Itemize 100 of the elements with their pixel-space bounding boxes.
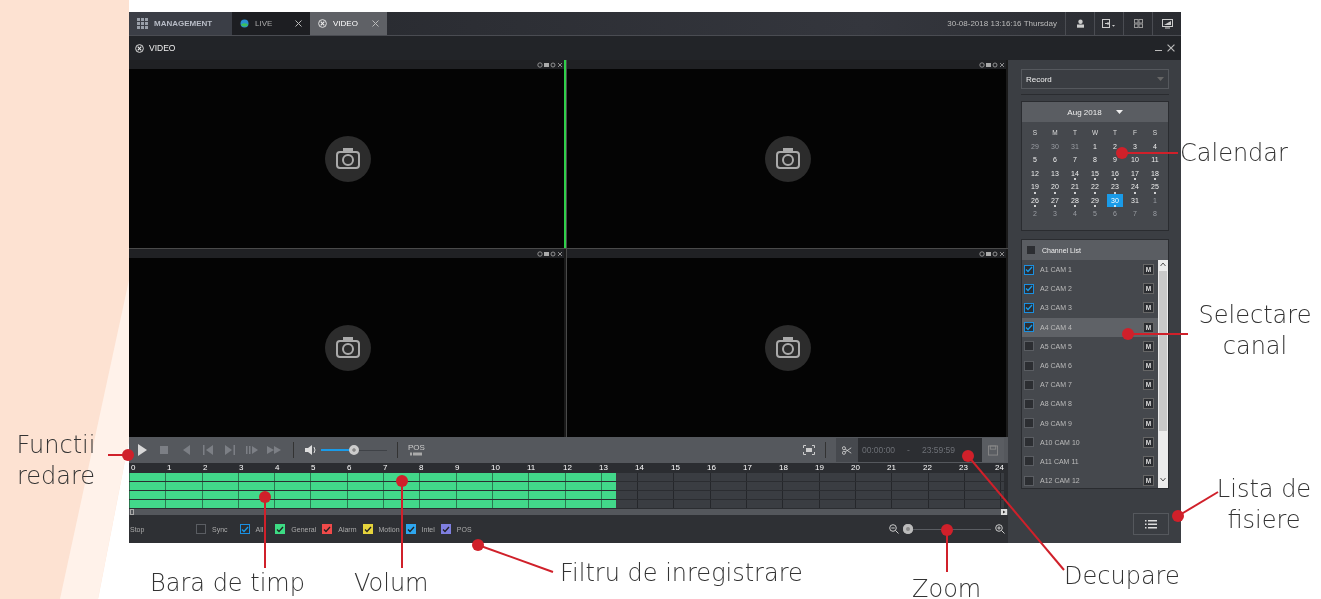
grid-icon [137, 18, 148, 29]
hour-label: 7 [382, 463, 389, 473]
hour-label: 18 [778, 463, 789, 473]
checkbox[interactable] [1026, 245, 1036, 255]
hour-label: 15 [670, 463, 681, 473]
leader-line [941, 524, 953, 573]
cell-toolbar-drawing[interactable] [537, 250, 563, 257]
hour-label: 19 [814, 463, 825, 473]
checkbox[interactable] [1024, 398, 1034, 409]
video-cell[interactable] [567, 60, 1008, 248]
film-reel-icon [135, 43, 144, 53]
zoom-in-icon[interactable] [995, 524, 1005, 534]
hour-label: 14 [634, 463, 645, 473]
volume-slider[interactable] [321, 445, 387, 455]
tab[interactable]: LIVE [232, 12, 310, 35]
globe-icon [240, 19, 249, 28]
checkbox[interactable] [1024, 475, 1034, 486]
hour-label: 2 [202, 463, 209, 473]
hour-label: 12 [562, 463, 573, 473]
hour-label: 20 [850, 463, 861, 473]
checkbox[interactable] [1024, 283, 1034, 294]
user-icon[interactable] [1075, 19, 1085, 28]
hour-label: 23 [958, 463, 969, 473]
layout-icon[interactable] [1133, 19, 1143, 28]
monitor-icon[interactable] [1161, 18, 1173, 29]
video-cell[interactable] [129, 60, 566, 248]
caret-icon [1157, 77, 1164, 81]
record-type-dropdown[interactable]: Record [1021, 69, 1169, 89]
pos-button[interactable]: POS [408, 444, 425, 456]
checkbox[interactable] [322, 524, 333, 534]
checkbox[interactable] [440, 524, 451, 534]
tab-label: MANAGEMENT [154, 19, 213, 28]
annotation-label: Volum [354, 568, 430, 599]
leader-line [1122, 328, 1189, 340]
scissors-icon [842, 444, 852, 456]
zoom-out-icon[interactable] [889, 524, 899, 534]
hour-label: 9 [454, 463, 461, 473]
cell-toolbar-drawing[interactable] [979, 250, 1005, 257]
hour-label: 10 [490, 463, 501, 473]
scroll-down-icon[interactable] [1160, 477, 1166, 482]
hour-label: 13 [598, 463, 609, 473]
checkbox[interactable] [1024, 360, 1034, 371]
scrollbar[interactable] [129, 509, 1008, 515]
hour-label: 16 [706, 463, 717, 473]
checkbox[interactable] [1024, 418, 1034, 429]
annotation-label: Decupare [1064, 561, 1181, 592]
tab-label: VIDEO [333, 19, 358, 28]
checkbox[interactable] [1024, 456, 1034, 467]
play-icon[interactable] [135, 443, 149, 457]
logout-icon[interactable] [1102, 19, 1116, 28]
leader-line [107, 449, 134, 461]
cell-toolbar-drawing[interactable] [537, 61, 563, 68]
scissors-button[interactable] [836, 438, 858, 462]
checkbox[interactable] [1024, 341, 1034, 352]
checkbox[interactable] [1024, 379, 1034, 390]
checkbox[interactable] [239, 524, 250, 534]
annotation-label: Calendar [1180, 138, 1289, 169]
checkbox[interactable] [196, 524, 206, 534]
scroll-thumb-icon[interactable] [130, 509, 134, 515]
video-cell[interactable] [129, 249, 566, 437]
volume-icon[interactable] [304, 444, 317, 456]
camera-icon [324, 324, 371, 371]
bar-icon [410, 452, 423, 456]
close-icon[interactable] [295, 20, 302, 27]
checkbox[interactable] [1024, 437, 1034, 448]
file-list-button[interactable] [1133, 513, 1169, 535]
scroll-thumb[interactable] [1159, 271, 1167, 431]
close-icon[interactable] [1167, 44, 1175, 52]
film-reel-icon [318, 19, 327, 28]
cell-toolbar-drawing[interactable] [979, 61, 1005, 68]
hour-label: 8 [418, 463, 425, 473]
annotation-label: Filtru de inregistrare [560, 558, 804, 589]
annotation-label: Functii redare [15, 430, 97, 493]
save-icon [988, 444, 998, 456]
panel-title: VIDEO [149, 43, 176, 53]
timeline[interactable]: 0 1 2 3 4 5 6 7 8 9 10 11 12 13 14 15 16 17 18 19 20 21 22 23 24 [129, 463, 1008, 515]
checkbox[interactable] [275, 524, 286, 534]
date-time: 30-08-2018 13:16:16 Thursday [946, 18, 1058, 30]
tab[interactable]: MANAGEMENT [129, 12, 232, 35]
hour-label: 6 [346, 463, 353, 473]
scroll-up-icon[interactable] [1160, 262, 1166, 267]
month-label: Aug 2018 [1067, 107, 1102, 117]
scrollbar[interactable] [1158, 260, 1168, 488]
checkbox[interactable] [1024, 322, 1034, 333]
checkbox[interactable] [405, 524, 416, 534]
scroll-right-icon[interactable] [1001, 509, 1007, 515]
caret-icon[interactable] [1115, 110, 1123, 114]
leader-line [1116, 147, 1179, 159]
annotation-label: Zoom [912, 574, 983, 599]
fullscreen-icon[interactable] [803, 445, 815, 455]
annotation-label: Selectare canal [1197, 300, 1313, 363]
tab[interactable]: VIDEO [310, 12, 387, 35]
checkbox[interactable] [1024, 264, 1034, 275]
hour-label: 4 [274, 463, 281, 473]
hour-label: 0 [130, 463, 137, 473]
tab-label: LIVE [255, 19, 273, 28]
hour-label: 22 [922, 463, 933, 473]
video-cell[interactable] [567, 249, 1008, 437]
hour-label: 17 [742, 463, 753, 473]
checkbox[interactable] [1024, 302, 1034, 313]
